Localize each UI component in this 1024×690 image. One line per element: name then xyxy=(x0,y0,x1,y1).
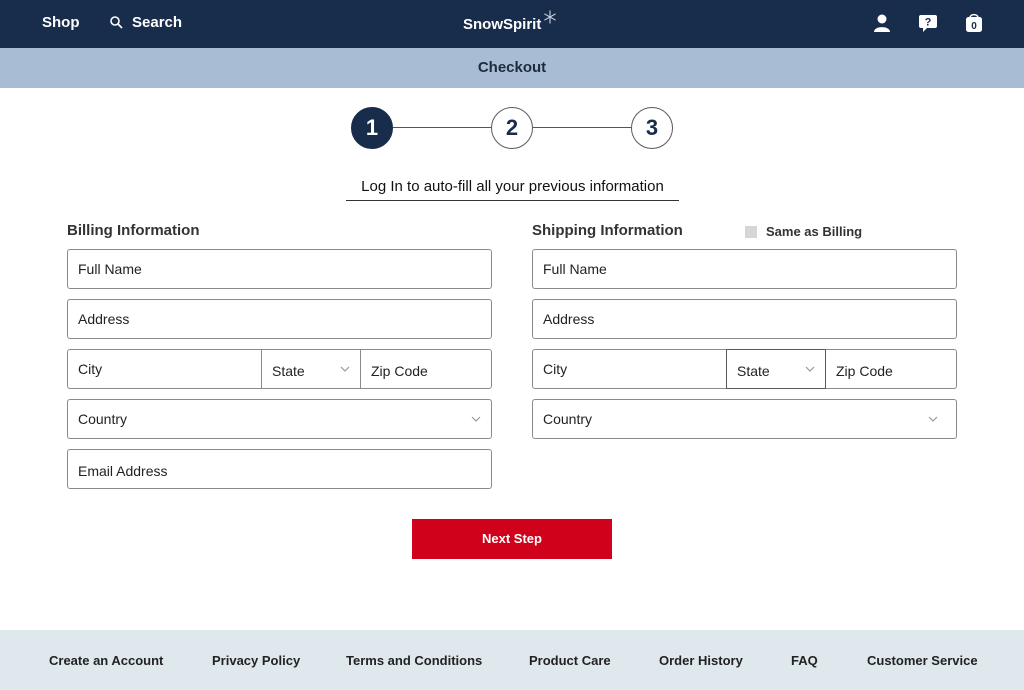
billing-state-placeholder: State xyxy=(272,363,305,379)
page-title: Checkout xyxy=(477,59,547,76)
shipping-full-name-field[interactable]: Full Name xyxy=(532,249,957,289)
billing-country-placeholder: Country xyxy=(78,411,128,427)
billing-zip-field[interactable]: Zip Code xyxy=(361,350,491,388)
next-step-button[interactable]: Next Step xyxy=(412,519,612,559)
shipping-zip-field[interactable]: Zip Code xyxy=(826,350,956,388)
footer-link-product-care[interactable]: Product Care xyxy=(529,653,611,668)
billing-state-select[interactable]: State xyxy=(262,350,360,388)
footer-link-create-account[interactable]: Create an Account xyxy=(49,653,163,668)
search-label: Search xyxy=(132,14,183,31)
chevron-down-icon xyxy=(928,416,938,422)
checkbox-box[interactable] xyxy=(745,225,757,238)
shipping-address-field[interactable]: Address xyxy=(532,299,957,339)
user-icon[interactable] xyxy=(872,12,892,34)
same-as-billing-label: Same as Billing xyxy=(766,224,863,239)
login-autofill-link[interactable]: Log In to auto-fill all your previous in… xyxy=(346,178,679,201)
same-as-billing-checkbox[interactable]: Same as Billing xyxy=(745,224,862,239)
snowflake-icon xyxy=(544,10,557,24)
footer: Create an Account Privacy Policy Terms a… xyxy=(0,630,1024,690)
cart-count: 0 xyxy=(971,21,977,32)
footer-link-order-history[interactable]: Order History xyxy=(659,653,743,668)
bag-icon[interactable]: 0 xyxy=(964,12,984,34)
billing-email-field[interactable]: Email Address xyxy=(67,449,492,489)
footer-link-faq[interactable]: FAQ xyxy=(791,653,818,668)
top-navigation: Shop Search SnowSpirit ? 0 xyxy=(0,0,1024,48)
chevron-down-icon xyxy=(340,366,350,372)
shipping-state-placeholder: State xyxy=(737,363,770,379)
help-mark: ? xyxy=(925,17,932,29)
shipping-city-state-zip-row: City State Zip Code xyxy=(532,349,957,389)
billing-title: Billing Information xyxy=(67,222,200,239)
step-1: 1 xyxy=(351,107,393,149)
search-icon xyxy=(110,16,123,29)
billing-address-field[interactable]: Address xyxy=(67,299,492,339)
stepper-connector xyxy=(533,127,631,128)
shipping-zip-placeholder: Zip Code xyxy=(836,363,893,379)
shipping-country-placeholder: Country xyxy=(543,411,593,427)
shop-link[interactable]: Shop xyxy=(42,14,80,31)
checkout-banner: Checkout xyxy=(0,48,1024,88)
stepper-connector xyxy=(393,127,491,128)
billing-city-placeholder: City xyxy=(78,361,103,377)
billing-city-state-zip-row: City State Zip Code xyxy=(67,349,492,389)
shipping-full-name-placeholder: Full Name xyxy=(543,261,607,277)
step-3: 3 xyxy=(631,107,673,149)
brand-logo[interactable]: SnowSpirit xyxy=(463,10,557,33)
search-button[interactable]: Search xyxy=(110,14,182,31)
shipping-title: Shipping Information xyxy=(532,222,683,239)
billing-zip-placeholder: Zip Code xyxy=(371,363,428,379)
chevron-down-icon xyxy=(805,366,815,372)
billing-email-placeholder: Email Address xyxy=(78,463,168,479)
chevron-down-icon xyxy=(471,416,481,422)
billing-full-name-placeholder: Full Name xyxy=(78,261,142,277)
billing-city-field[interactable]: City xyxy=(68,350,261,388)
shipping-city-field[interactable]: City xyxy=(533,350,726,388)
shipping-country-select[interactable]: Country xyxy=(532,399,957,439)
step-2: 2 xyxy=(491,107,533,149)
header-icons: ? 0 xyxy=(872,12,984,34)
billing-country-select[interactable]: Country xyxy=(67,399,492,439)
billing-full-name-field[interactable]: Full Name xyxy=(67,249,492,289)
help-icon[interactable]: ? xyxy=(918,12,938,34)
billing-address-placeholder: Address xyxy=(78,311,130,327)
footer-link-terms[interactable]: Terms and Conditions xyxy=(346,653,482,668)
checkout-stepper: 1 2 3 xyxy=(351,107,673,149)
shipping-address-placeholder: Address xyxy=(543,311,595,327)
shipping-city-placeholder: City xyxy=(543,361,568,377)
footer-link-privacy-policy[interactable]: Privacy Policy xyxy=(212,653,300,668)
footer-link-customer-service[interactable]: Customer Service xyxy=(867,653,978,668)
brand-name: SnowSpirit xyxy=(463,16,542,33)
shipping-state-select[interactable]: State xyxy=(726,349,826,389)
